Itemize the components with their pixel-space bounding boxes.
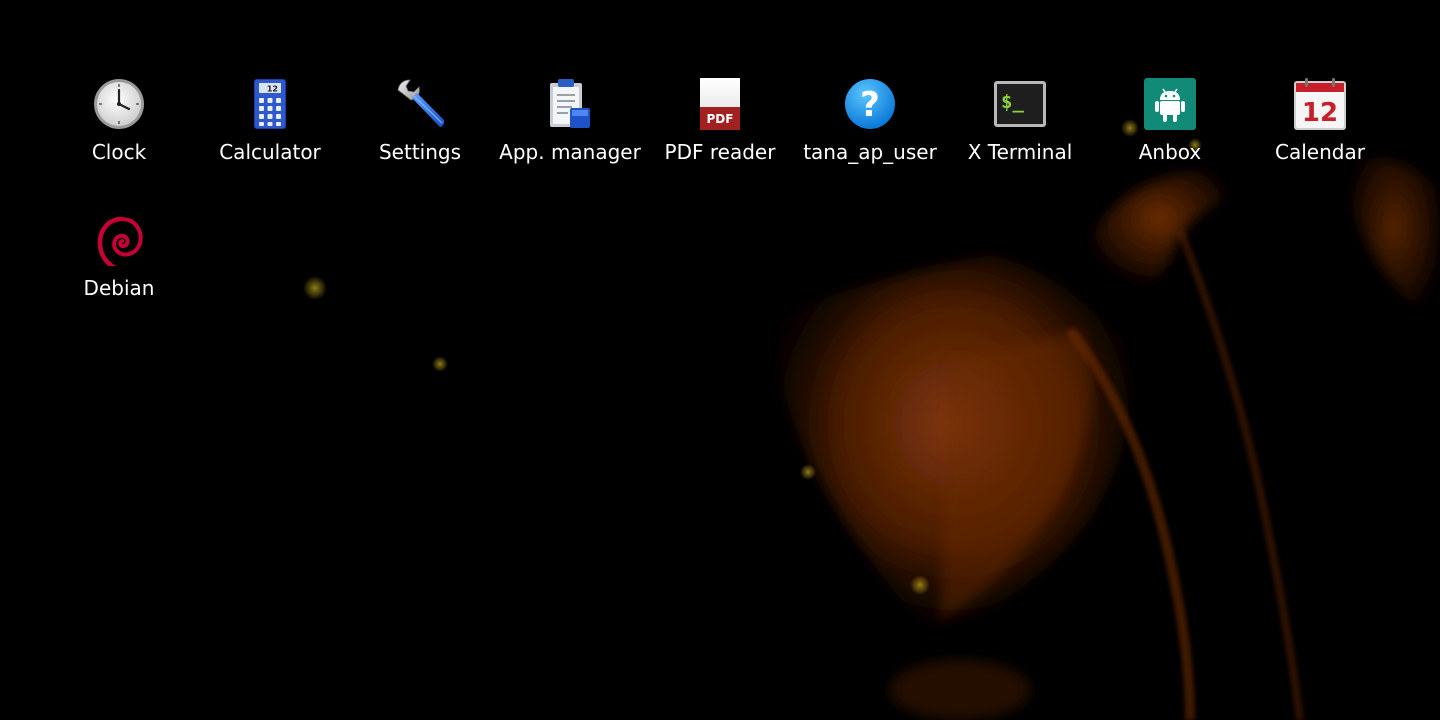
- terminal-prompt: $_: [1001, 91, 1024, 113]
- android-icon: [1144, 78, 1196, 130]
- launcher-settings[interactable]: Settings: [345, 78, 495, 198]
- launcher-debian[interactable]: Debian: [44, 214, 194, 334]
- launcher-label: App. manager: [499, 140, 641, 164]
- launcher-label: PDF reader: [664, 140, 776, 164]
- launcher-calendar[interactable]: 12 Calendar: [1245, 78, 1395, 198]
- debian-swirl-icon: [93, 214, 145, 266]
- launcher-label: Settings: [378, 140, 462, 164]
- launcher-app-manager[interactable]: App. manager: [495, 78, 645, 198]
- launcher-calculator[interactable]: 12 Calculator: [195, 78, 345, 198]
- pdf-badge: PDF: [707, 112, 734, 126]
- help-icon: ?: [844, 78, 896, 130]
- launcher-pdf-reader[interactable]: PDF PDF reader: [645, 78, 795, 198]
- launcher-label: Debian: [83, 276, 155, 300]
- calculator-display: 12: [267, 85, 278, 94]
- launcher-clock[interactable]: Clock: [44, 78, 194, 198]
- calendar-day: 12: [1302, 98, 1338, 128]
- launcher-anbox[interactable]: Anbox: [1095, 78, 1245, 198]
- launcher-label: Anbox: [1138, 140, 1202, 164]
- pdf-icon: PDF: [694, 78, 746, 130]
- calendar-icon: 12: [1294, 78, 1346, 130]
- calculator-icon: 12: [244, 78, 296, 130]
- launcher-x-terminal[interactable]: $_ X Terminal: [945, 78, 1095, 198]
- clipboard-icon: [544, 78, 596, 130]
- help-glyph: ?: [860, 85, 880, 125]
- launcher-label: Clock: [91, 140, 147, 164]
- clock-icon: [93, 78, 145, 130]
- wrench-icon: [394, 78, 446, 130]
- launcher-tana-ap-user[interactable]: ? tana_ap_user: [795, 78, 945, 198]
- launcher-label: X Terminal: [967, 140, 1073, 164]
- desktop[interactable]: Clock 12 Calculator Settings App. manage…: [0, 0, 1440, 720]
- terminal-icon: $_: [994, 78, 1046, 130]
- launcher-label: tana_ap_user: [803, 140, 937, 164]
- launcher-label: Calendar: [1275, 140, 1365, 164]
- launcher-label: Calculator: [219, 140, 321, 164]
